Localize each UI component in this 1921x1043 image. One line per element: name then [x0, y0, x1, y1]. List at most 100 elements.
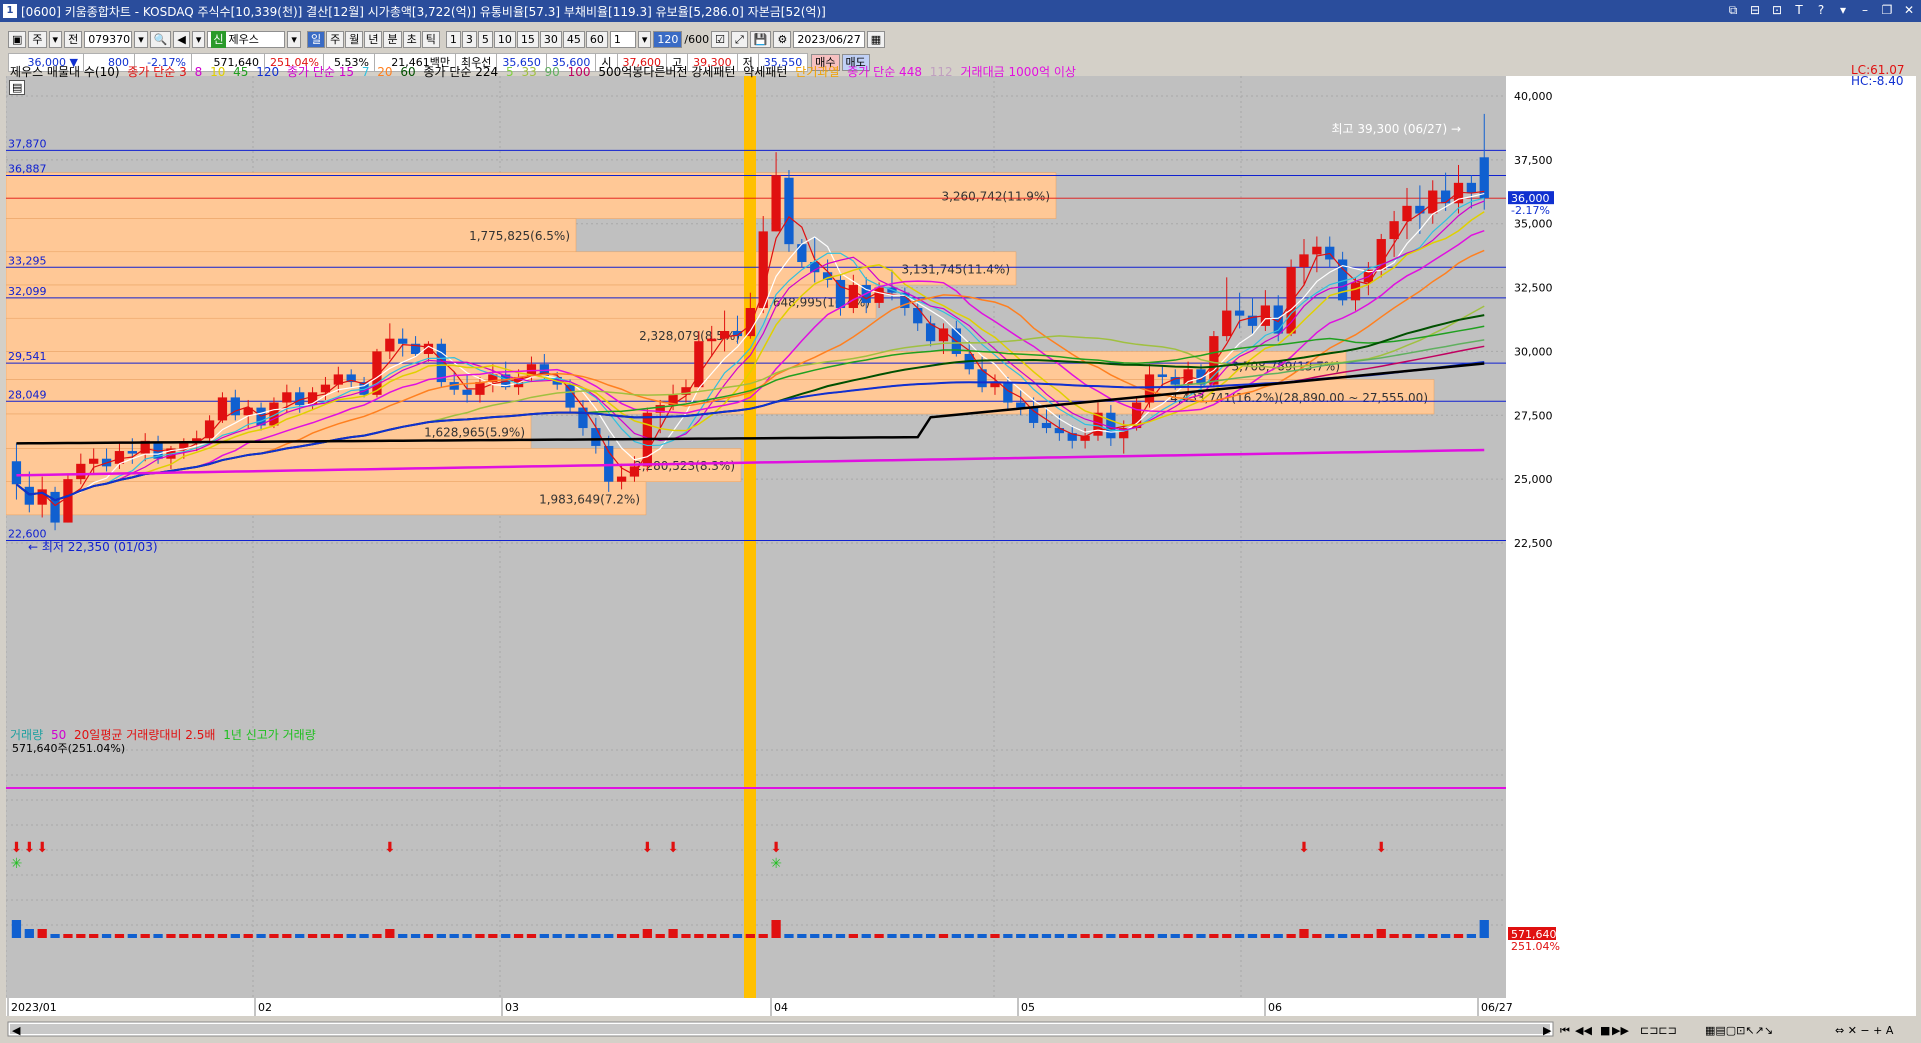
volume-bar — [1080, 934, 1090, 938]
search-icon[interactable]: 🔍 — [149, 30, 172, 48]
nav-stop-icon: ■ — [1600, 1024, 1610, 1037]
volume-bar — [1402, 934, 1412, 938]
favorite-icon[interactable]: ▾ — [191, 30, 206, 48]
volume-bar — [269, 934, 279, 938]
y-tick-label: 35,000 — [1514, 218, 1553, 231]
candle-body — [1440, 190, 1451, 204]
volume-bar — [925, 934, 936, 938]
volume-bar — [526, 934, 537, 938]
volume-bar — [282, 934, 292, 938]
minute-button-1[interactable]: 1 — [445, 30, 461, 48]
volume-profile-bar — [6, 317, 747, 352]
tab-년[interactable]: 년 — [364, 30, 383, 48]
window-control-1[interactable]: ⊟ — [1747, 2, 1763, 18]
window-control-3[interactable]: T — [1791, 2, 1807, 18]
tab-주[interactable]: 주 — [326, 30, 345, 48]
volume-profile-label: 3,260,742(11.9%) — [941, 190, 1050, 204]
volume-bar — [848, 934, 858, 938]
volume-bar — [1234, 934, 1245, 938]
volume-bar — [616, 934, 627, 938]
hc-label: HC:-8.40 — [1851, 74, 1904, 88]
window-control-7[interactable]: ❐ — [1879, 2, 1895, 18]
candle-body — [591, 428, 601, 446]
minute-button-45[interactable]: 45 — [562, 30, 585, 48]
minute-button-10[interactable]: 10 — [493, 30, 516, 48]
x-tick-label: 06 — [1268, 1001, 1282, 1014]
tab-월[interactable]: 월 — [345, 30, 364, 48]
settings-icon[interactable]: ▣ — [8, 30, 27, 48]
gear-icon[interactable]: ⚙ — [773, 30, 792, 48]
unit-input[interactable]: 1 — [609, 30, 636, 48]
mode-button[interactable]: 전 — [64, 30, 83, 48]
chart-area[interactable]: 40,000 37,500 35,000 32,500 30,000 27,500 25,0… — [6, 63, 1916, 1016]
volume-pane[interactable]: ⬇ ⬇ ⬇ ⬇ ⬇ ⬇ ⬇ ⬇ ⬇✳ ✳571,640251.04% — [6, 730, 1916, 1000]
volume-bar — [1054, 934, 1064, 938]
volume-bar — [127, 934, 137, 938]
legend-item: 1년 신고가 거래량 — [223, 728, 316, 742]
candle-body — [462, 389, 472, 395]
tab-일[interactable]: 일 — [306, 30, 326, 48]
calendar-icon[interactable]: ▦ — [866, 30, 886, 48]
window-control-4[interactable]: ? — [1813, 2, 1829, 18]
legend-item: 종가 단순 3 — [127, 65, 191, 79]
volume-bar — [771, 920, 781, 938]
window-control-8[interactable]: ✕ — [1901, 2, 1917, 18]
unit-dropdown-icon[interactable]: ▾ — [637, 30, 652, 48]
nav-buttons[interactable]: ⏮ ◀◀ ■ ▶▶ ⊏⊐⊏⊐ ▦▤▢⊡↖↗↘ ⇔ ✕ − + A — [1560, 1024, 1894, 1037]
save-icon[interactable]: 💾 — [749, 30, 772, 48]
volume-bar — [11, 920, 22, 938]
volume-bar — [835, 934, 846, 938]
legend-item: 7 — [361, 65, 374, 79]
level-label: 22,600 — [8, 527, 47, 540]
window-control-5[interactable]: ▾ — [1835, 2, 1851, 18]
volume-profile-label: 1,628,965(5.9%) — [424, 425, 525, 439]
count-input[interactable]: 120 — [653, 30, 683, 48]
volume-bar — [462, 934, 472, 938]
signal-arrow-icon: ⬇ — [770, 840, 782, 856]
scroll-left-icon[interactable]: ◀ — [12, 1024, 21, 1037]
scroll-right-icon[interactable]: ▶ — [1543, 1024, 1552, 1037]
volume-bar — [1119, 934, 1129, 938]
minute-button-3[interactable]: 3 — [461, 30, 477, 48]
speaker-icon[interactable]: ◀ — [173, 30, 190, 48]
volume-bar — [256, 934, 266, 938]
checkbox-icon[interactable]: ☑ — [711, 30, 729, 48]
zoom-tool-icon: ⊏⊐⊏⊐ — [1640, 1024, 1677, 1037]
legend-toggle-icon[interactable]: ▤ — [9, 80, 26, 95]
minute-button-30[interactable]: 30 — [539, 30, 562, 48]
window-control-2[interactable]: ⊡ — [1769, 2, 1785, 18]
volume-bar — [76, 934, 86, 938]
signal-arrow-icon: ⬇ — [641, 840, 653, 856]
minute-buttons: 1 3 5 10 15 30 45 60 — [445, 30, 608, 48]
date-input[interactable]: 2023/06/27 — [793, 30, 865, 48]
volume-bar — [1299, 929, 1309, 938]
price-pane[interactable]: 40,000 37,500 35,000 32,500 30,000 27,500 25,0… — [6, 76, 1916, 730]
window-control-6[interactable]: – — [1857, 2, 1873, 18]
volume-bar — [1196, 934, 1206, 938]
volume-bar — [89, 934, 99, 938]
minute-button-15[interactable]: 15 — [516, 30, 539, 48]
signal-arrow-icon: ⬇ — [1375, 840, 1387, 856]
minute-button-5[interactable]: 5 — [477, 30, 493, 48]
link-icon[interactable]: ⤢ — [730, 30, 748, 48]
minute-button-60[interactable]: 60 — [585, 30, 608, 48]
x-tick-label: 06/27 — [1481, 1001, 1513, 1014]
tab-분[interactable]: 분 — [383, 30, 402, 48]
tab-틱[interactable]: 틱 — [421, 30, 440, 48]
period-dropdown-icon[interactable]: ▾ — [48, 30, 63, 48]
scroll-thumb[interactable] — [10, 1024, 1550, 1034]
chart-toolbar: ▣ 주 ▾ 전 079370 ▾ 🔍 ◀ ▾ 신 제우스 ▾ 일주월년분초틱 13… — [0, 28, 1921, 50]
volume-bar — [951, 934, 961, 938]
volume-bar — [745, 934, 755, 938]
tab-초[interactable]: 초 — [402, 30, 421, 48]
volume-bar — [449, 934, 459, 938]
volume-bar — [140, 934, 150, 938]
volume-bar — [1260, 934, 1270, 938]
stock-code-input[interactable]: 079370 — [84, 30, 133, 48]
window-control-0[interactable]: ⧉ — [1725, 2, 1741, 18]
scrollbar[interactable]: ◀ ▶ ⏮ ◀◀ ■ ▶▶ ⊏⊐⊏⊐ ▦▤▢⊡↖↗↘ ⇔ ✕ − + A — [0, 1020, 1921, 1040]
period-select[interactable]: 주 — [28, 30, 47, 48]
stock-name-dropdown-icon[interactable]: ▾ — [287, 30, 301, 48]
y-tick-label: 22,500 — [1514, 537, 1553, 550]
code-dropdown-icon[interactable]: ▾ — [134, 30, 148, 48]
